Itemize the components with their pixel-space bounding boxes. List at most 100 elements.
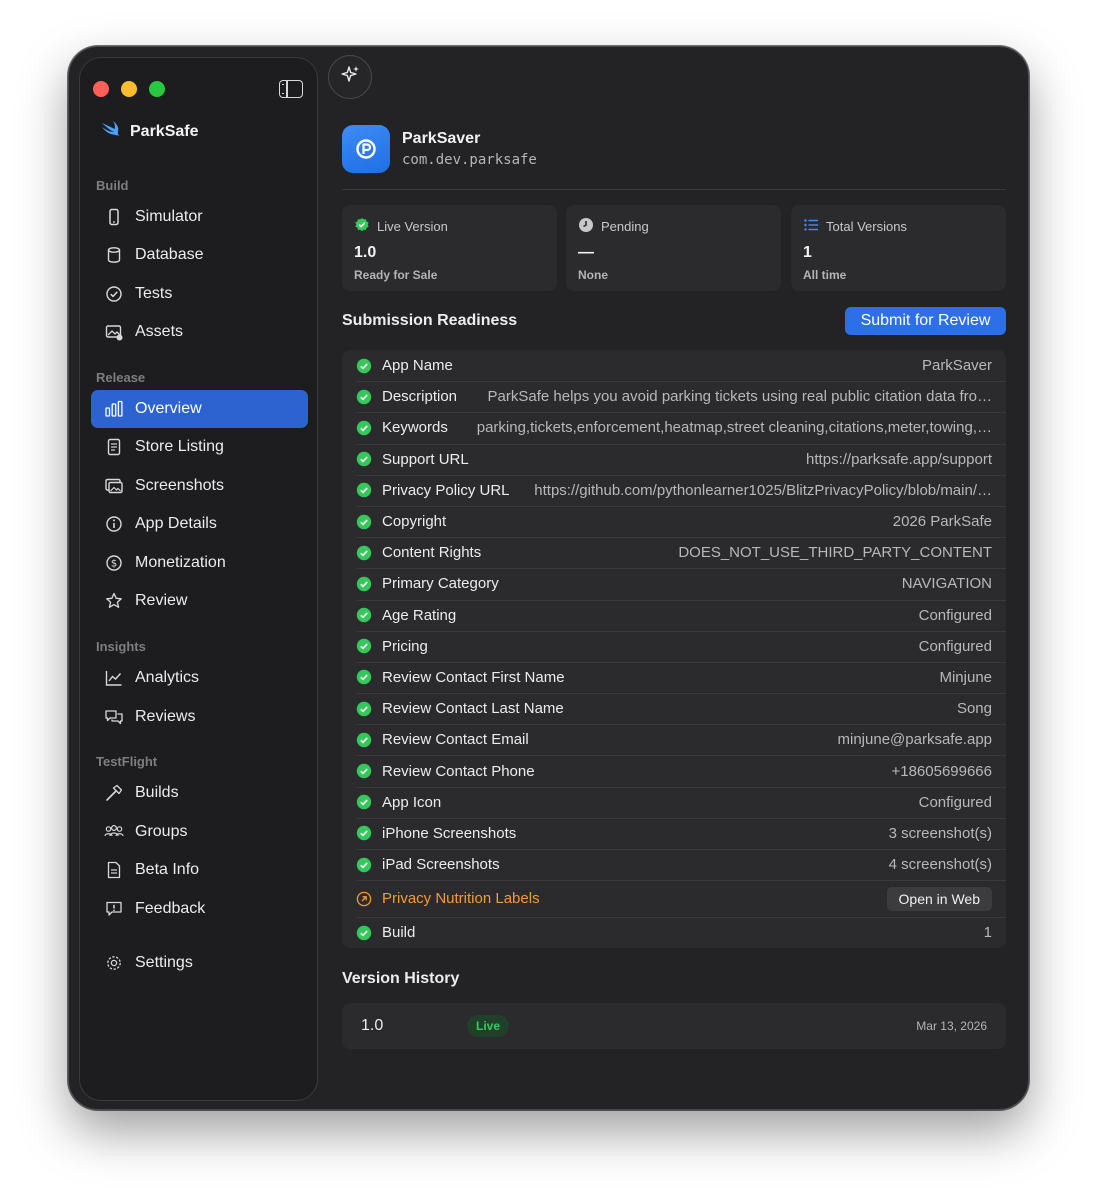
checklist-label: Privacy Nutrition Labels: [382, 890, 540, 908]
sidebar-item-groups[interactable]: Groups: [91, 813, 308, 851]
checklist-row: iPad Screenshots 4 screenshot(s): [342, 849, 1006, 880]
checklist-row: Review Contact First Name Minjune: [342, 661, 1006, 693]
sidebar-item-label: Groups: [135, 823, 188, 840]
checklist-value: 4 screenshot(s): [888, 856, 992, 874]
checklist-value: 3 screenshot(s): [888, 824, 992, 842]
checklist-row: Privacy Nutrition Labels Open in Web: [342, 880, 1006, 917]
checklist-label: Build: [382, 924, 416, 942]
close-window-button[interactable]: [93, 81, 109, 97]
minimize-window-button[interactable]: [121, 81, 137, 97]
checklist-label: Keywords: [382, 419, 448, 437]
sidebar-item-beta-info[interactable]: Beta Info: [91, 851, 308, 889]
checklist-row: iPhone Screenshots 3 screenshot(s): [342, 817, 1006, 849]
version-history-row[interactable]: 1.0 Live Mar 13, 2026: [342, 1003, 1006, 1049]
open-in-web-button[interactable]: Open in Web: [886, 886, 992, 911]
checklist-row: App Name ParkSaver: [342, 350, 1006, 381]
submission-readiness-title: Submission Readiness: [342, 312, 518, 329]
stat-title: Pending: [601, 219, 649, 234]
sidebar-item-builds[interactable]: Builds: [91, 774, 308, 812]
chat-bubbles-icon: [103, 706, 125, 728]
checklist-label: Review Contact Last Name: [382, 700, 564, 718]
sidebar-toggle-icon[interactable]: [279, 80, 303, 98]
document-text-icon: [103, 859, 125, 881]
svg-text:$: $: [111, 559, 117, 570]
app-header: ParkSaver com.dev.parksafe: [342, 125, 537, 173]
check-circle-icon: [356, 925, 372, 941]
stat-value: 1.0: [354, 244, 377, 261]
sidebar-item-label: Reviews: [135, 708, 196, 725]
sidebar-item-assets[interactable]: Assets: [91, 313, 308, 351]
line-chart-icon: [103, 667, 125, 689]
checklist-value: https://parksafe.app/support: [806, 450, 992, 468]
check-circle-icon: [356, 389, 372, 405]
checklist-label: Age Rating: [382, 606, 457, 624]
checklist-label: Review Contact Email: [382, 731, 529, 749]
check-circle-icon: [356, 482, 372, 498]
ai-assistant-button[interactable]: [328, 55, 372, 99]
sidebar: ParkSafe Build Simulator Database Tests: [79, 57, 318, 1101]
section-label-insights: Insights: [96, 639, 146, 654]
sidebar-item-monetization[interactable]: $ Monetization: [91, 544, 308, 582]
checklist-label: iPhone Screenshots: [382, 824, 517, 842]
star-icon: [103, 590, 125, 612]
main-content: ParkSaver com.dev.parksafe Live Version …: [318, 47, 1028, 1109]
sidebar-item-database[interactable]: Database: [91, 236, 308, 274]
sidebar-item-label: Builds: [135, 784, 179, 801]
checklist-label: Primary Category: [382, 575, 499, 593]
section-label-release: Release: [96, 370, 146, 385]
sidebar-item-tests[interactable]: Tests: [91, 275, 308, 313]
sidebar-item-overview[interactable]: Overview: [91, 390, 308, 428]
sidebar-item-label: Database: [135, 246, 204, 263]
sidebar-item-label: Settings: [135, 954, 193, 971]
sidebar-item-screenshots[interactable]: Screenshots: [91, 467, 308, 505]
checklist-value: Configured: [918, 793, 992, 811]
checklist-value: Configured: [918, 637, 992, 655]
version-history-title: Version History: [342, 970, 460, 987]
checklist-label: Review Contact First Name: [382, 668, 565, 686]
sidebar-item-label: Beta Info: [135, 861, 200, 878]
database-icon: [103, 244, 125, 266]
checklist-row: App Icon Configured: [342, 786, 1006, 818]
checklist-label: iPad Screenshots: [382, 856, 500, 874]
checklist-value: NAVIGATION: [901, 575, 992, 593]
sidebar-item-store-listing[interactable]: Store Listing: [91, 428, 308, 466]
sidebar-item-reviews[interactable]: Reviews: [91, 698, 308, 736]
app-window: ParkSafe Build Simulator Database Tests: [68, 46, 1029, 1110]
stat-subtitle: Ready for Sale: [354, 268, 438, 282]
submit-for-review-button[interactable]: Submit for Review: [845, 307, 1006, 335]
checklist-row: Build 1: [342, 917, 1006, 948]
sidebar-item-settings[interactable]: Settings: [91, 944, 308, 982]
sidebar-item-label: Tests: [135, 285, 173, 302]
info-icon: [103, 513, 125, 535]
sidebar-item-review[interactable]: Review: [91, 582, 308, 620]
swift-logo-icon: [100, 120, 120, 143]
checklist-row: Copyright 2026 ParkSafe: [342, 505, 1006, 537]
checklist-value: +18605699666: [891, 762, 992, 780]
sidebar-item-label: Simulator: [135, 208, 203, 225]
checklist-label: Support URL: [382, 450, 469, 468]
zoom-window-button[interactable]: [149, 81, 165, 97]
checklist-row: Age Rating Configured: [342, 599, 1006, 631]
exclamation-bubble-icon: [103, 898, 125, 920]
sidebar-item-simulator[interactable]: Simulator: [91, 198, 308, 236]
sidebar-brand: ParkSafe: [100, 120, 199, 143]
checklist-row: Content Rights DOES_NOT_USE_THIRD_PARTY_C…: [342, 537, 1006, 568]
warning-arrow-icon: [356, 891, 372, 907]
checklist-label: Privacy Policy URL: [382, 481, 510, 499]
section-label-testflight: TestFlight: [96, 754, 158, 769]
sidebar-item-analytics[interactable]: Analytics: [91, 659, 308, 697]
sidebar-item-feedback[interactable]: Feedback: [91, 890, 308, 928]
stat-subtitle: None: [578, 268, 608, 282]
sidebar-item-label: Feedback: [135, 900, 206, 917]
check-circle-icon: [356, 451, 372, 467]
checklist-value: https://github.com/pythonlearner1025/Bli…: [534, 481, 992, 499]
sidebar-item-app-details[interactable]: App Details: [91, 505, 308, 543]
check-circle-icon: [356, 638, 372, 654]
check-circle-icon: [356, 701, 372, 717]
clock-icon: [578, 217, 594, 236]
checklist-value: minjune@parksafe.app: [837, 731, 992, 749]
app-name: ParkSaver: [402, 130, 481, 147]
sidebar-item-label: Review: [135, 592, 188, 609]
stat-value: —: [578, 244, 594, 261]
checklist-row: Privacy Policy URL https://github.com/pyt…: [342, 474, 1006, 506]
